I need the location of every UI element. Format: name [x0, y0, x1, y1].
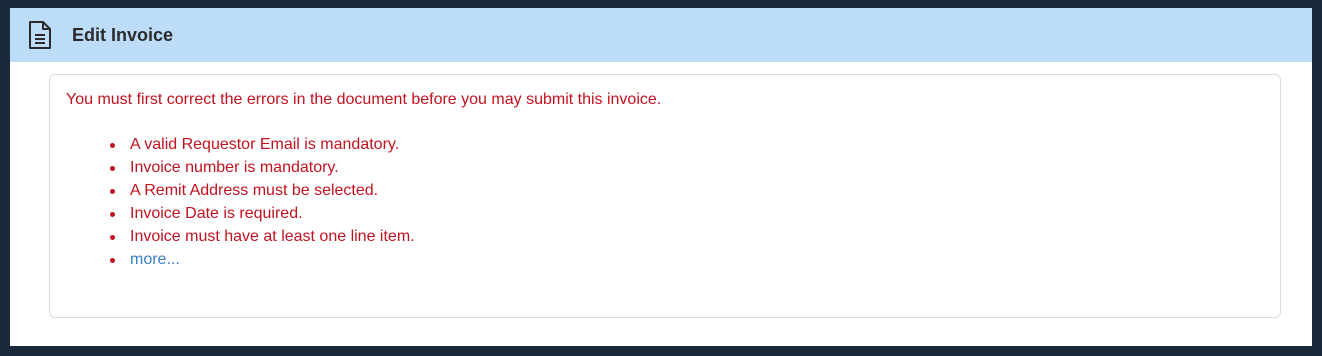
error-item: A Remit Address must be selected. — [106, 179, 415, 202]
invoice-window: Edit Invoice You must first correct the … — [10, 8, 1312, 346]
more-errors-link[interactable]: more... — [130, 251, 180, 268]
error-intro-message: You must first correct the errors in the… — [66, 91, 662, 108]
page-title: Edit Invoice — [72, 24, 174, 45]
header-bar: Edit Invoice — [10, 8, 1312, 62]
error-panel: You must first correct the errors in the… — [49, 74, 1281, 318]
more-errors-item: more... — [106, 248, 415, 271]
error-item: Invoice number is mandatory. — [106, 156, 415, 179]
document-icon — [27, 20, 53, 50]
error-item: Invoice Date is required. — [106, 202, 415, 225]
error-item: A valid Requestor Email is mandatory. — [106, 133, 415, 156]
error-list: A valid Requestor Email is mandatory. In… — [106, 133, 415, 271]
error-item: Invoice must have at least one line item… — [106, 225, 415, 248]
